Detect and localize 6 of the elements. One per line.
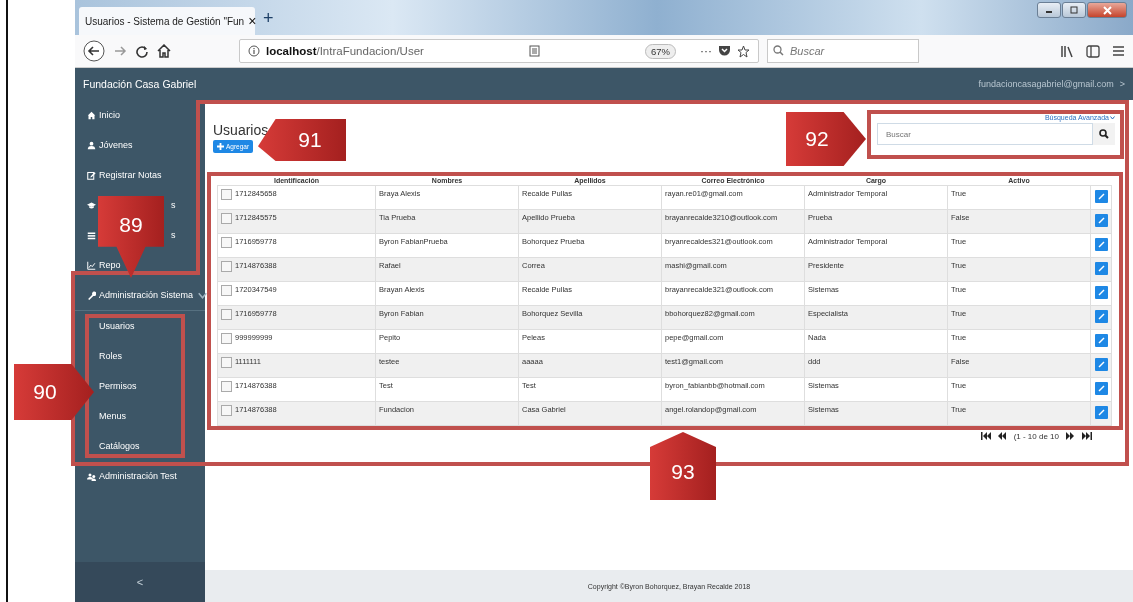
callout-tooltip: 92 — [786, 112, 866, 166]
page-title: Usuarios — [213, 122, 269, 138]
tab-title: Usuarios - Sistema de Gestión "Fun — [85, 15, 245, 27]
pagination-text: (1 - 10 de 10 — [1013, 431, 1059, 441]
callout-tooltip: 93 — [650, 432, 716, 500]
url-text: localhost/IntraFundacion/User — [266, 45, 424, 57]
